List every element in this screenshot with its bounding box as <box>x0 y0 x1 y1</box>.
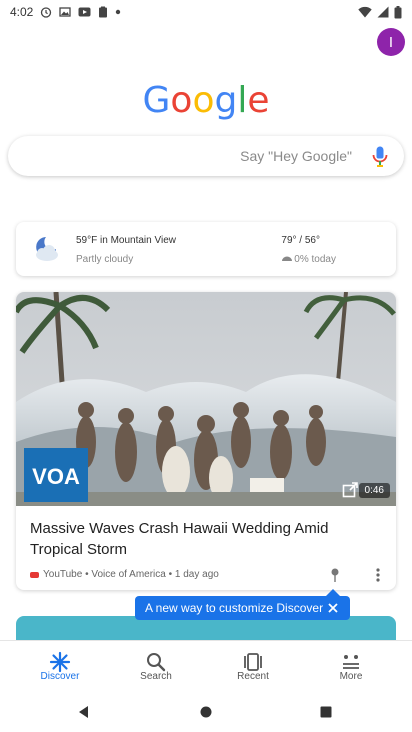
recent-icon <box>244 653 262 671</box>
pin-icon[interactable] <box>330 567 340 583</box>
nav-search[interactable]: Search <box>116 641 196 693</box>
logo-letter-g2: g <box>214 80 238 121</box>
more-grid-icon <box>343 655 359 669</box>
battery-icon <box>394 5 402 18</box>
voa-logo: VOA <box>24 448 88 502</box>
nav-search-label: Search <box>140 671 172 682</box>
weather-condition: Partly cloudy <box>76 254 134 265</box>
nav-recent[interactable]: Recent <box>213 641 293 693</box>
back-icon[interactable] <box>76 704 92 720</box>
home-icon[interactable] <box>198 704 214 720</box>
google-logo: Google <box>0 80 412 121</box>
search-bar[interactable]: Say "Hey Google" <box>8 136 404 176</box>
news-title[interactable]: Massive Waves Crash Hawaii Wedding Amid … <box>30 518 370 560</box>
alarm-icon <box>41 7 52 18</box>
nav-discover-label: Discover <box>40 671 80 682</box>
search-icon <box>147 653 166 672</box>
status-bar: 4:02 <box>0 0 412 24</box>
weather-high-low: 79° / 56° <box>281 235 320 246</box>
news-card[interactable]: VOA 0:46 Massive Waves Crash Hawaii Wedd… <box>16 292 396 590</box>
weather-temperature-location: 59°F in Mountain View <box>76 235 176 246</box>
system-navigation-bar <box>0 692 412 732</box>
news-source: YouTube • Voice of America • 1 day ago <box>43 569 219 580</box>
video-duration: 0:46 <box>358 483 390 498</box>
avatar-initial: I <box>388 33 394 51</box>
tooltip-text: A new way to customize Discover <box>145 601 324 615</box>
svg-text:VOA: VOA <box>32 464 80 489</box>
search-placeholder: Say "Hey Google" <box>240 148 352 164</box>
weather-card[interactable]: 59°F in Mountain View Partly cloudy 79° … <box>16 222 396 276</box>
nav-recent-label: Recent <box>237 671 269 682</box>
clipboard-icon <box>99 6 108 18</box>
logo-letter-o2: o <box>192 80 215 121</box>
news-thumbnail[interactable]: VOA 0:46 <box>16 292 396 506</box>
partly-cloudy-night-icon <box>36 237 58 261</box>
nav-more-label: More <box>339 671 363 682</box>
dot-icon <box>116 9 121 15</box>
logo-letter-e: e <box>247 80 270 121</box>
logo-letter-o1: o <box>170 80 193 121</box>
account-avatar[interactable]: I <box>377 28 405 56</box>
photos-icon <box>59 7 72 17</box>
nav-discover[interactable]: Discover <box>20 641 100 693</box>
open-external-icon[interactable] <box>342 482 358 498</box>
overview-icon[interactable] <box>318 704 334 720</box>
logo-letter-l: l <box>237 80 248 121</box>
screen: 4:02 I Google Say "Hey Google" 59°F in M… <box>0 0 412 732</box>
logo-letter-g1: G <box>142 80 171 121</box>
close-icon[interactable] <box>326 601 340 615</box>
weather-precipitation-text: 0% today <box>294 254 336 265</box>
nav-more[interactable]: More <box>311 641 391 693</box>
mic-icon[interactable] <box>372 146 388 168</box>
signal-icon <box>377 6 389 18</box>
umbrella-icon <box>281 256 292 261</box>
weather-precipitation: 0% today <box>281 254 336 265</box>
wifi-icon <box>358 6 372 18</box>
news-source-row: YouTube • Voice of America • 1 day ago <box>30 569 219 580</box>
youtube-status-icon <box>78 7 91 17</box>
bottom-navigation: Discover Search Recent More <box>0 640 412 692</box>
youtube-icon <box>30 571 39 578</box>
status-time: 4:02 <box>10 5 34 19</box>
customize-discover-tooltip[interactable]: A new way to customize Discover <box>135 596 350 620</box>
discover-icon <box>49 651 71 673</box>
tooltip-arrow <box>326 589 340 596</box>
more-vert-icon[interactable] <box>376 568 380 582</box>
